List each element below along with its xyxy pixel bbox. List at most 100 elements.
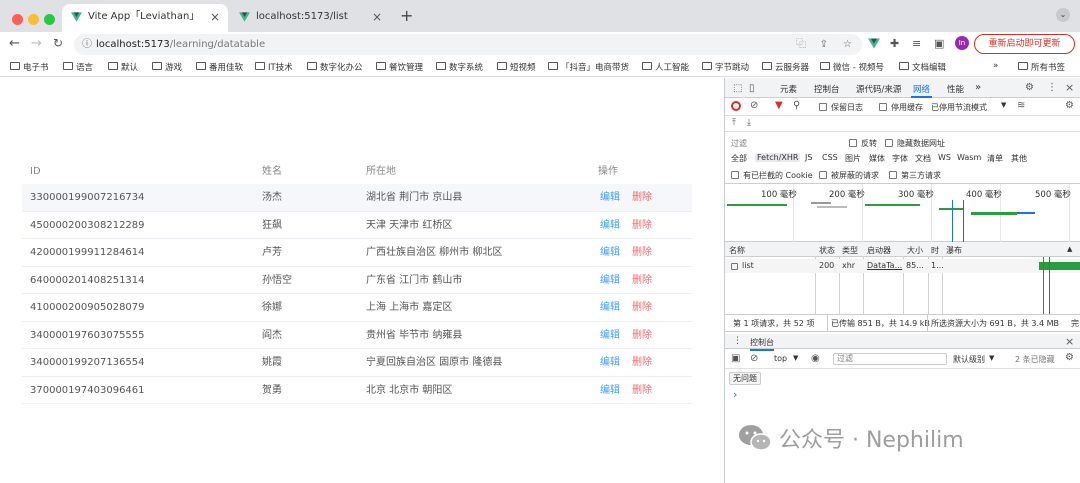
type-css[interactable]: CSS (820, 153, 840, 162)
network-settings-icon[interactable]: ⚙ (1065, 100, 1074, 111)
console-prompt-row[interactable]: › (725, 388, 1080, 402)
bookmark-folder[interactable]: 语言 (63, 61, 93, 73)
delete-button[interactable]: 删除 (632, 294, 652, 321)
type-all[interactable]: 全部 (729, 153, 749, 164)
context-select[interactable]: top (774, 354, 787, 363)
search-icon[interactable]: ⚲ (793, 100, 800, 111)
network-conditions-icon[interactable]: ≋ (1017, 100, 1025, 111)
minimize-window-button[interactable] (28, 14, 39, 25)
context-dropdown-icon[interactable]: ▼ (793, 354, 798, 362)
col-status[interactable]: 状态 (819, 245, 835, 256)
all-bookmarks[interactable]: 所有书签 (1018, 61, 1065, 73)
tab-list[interactable]: localhost:5173/list × (230, 4, 390, 32)
console-sidebar-icon[interactable]: ▣ (731, 353, 740, 364)
site-info-icon[interactable]: ⓘ (82, 34, 92, 55)
edit-button[interactable]: 编辑 (600, 239, 620, 266)
edit-button[interactable]: 编辑 (600, 294, 620, 321)
side-panel-icon[interactable]: ▣ (934, 37, 944, 50)
tab-network[interactable]: 网络 (910, 83, 933, 98)
third-party-checkbox[interactable] (889, 171, 897, 179)
type-doc[interactable]: 文档 (913, 153, 933, 164)
bookmark-folder[interactable]: 数字系统 (436, 61, 483, 73)
request-initiator[interactable]: DataTa... (867, 261, 902, 270)
maximize-window-button[interactable] (44, 14, 55, 25)
bookmark-folder[interactable]: 番用佳软 (196, 61, 243, 73)
request-row[interactable]: list 200 xhr DataTa... 85... 1... (725, 259, 1080, 273)
blocked-requests-checkbox[interactable] (819, 171, 827, 179)
back-icon[interactable]: ← (9, 36, 20, 51)
tab-vite-app[interactable]: Vite App「Leviathan」 × (62, 4, 228, 32)
filter-icon[interactable]: ▼ (775, 100, 783, 111)
type-js[interactable]: JS (803, 153, 814, 162)
record-icon[interactable] (731, 101, 741, 111)
settings-icon[interactable]: ⚙ (1025, 82, 1034, 93)
export-har-icon[interactable]: ⤓ (747, 118, 751, 128)
bookmark-folder[interactable]: 人工智能 (642, 61, 689, 73)
share-icon[interactable]: ⇪ (820, 34, 828, 55)
tab-sources[interactable]: 源代码/来源 (856, 83, 901, 95)
delete-button[interactable]: 删除 (632, 239, 652, 266)
filter-input[interactable]: 过滤 (731, 138, 841, 149)
type-wasm[interactable]: Wasm (955, 153, 983, 162)
bookmark-folder[interactable]: 数字化办公 (307, 61, 363, 73)
bookmark-folder[interactable]: 短视频 (497, 61, 536, 73)
restart-update-button[interactable]: 重新启动即可更新 (974, 34, 1075, 54)
bookmark-folder[interactable]: 默认 (108, 61, 138, 73)
bookmark-folder[interactable]: IT技术 (255, 61, 293, 73)
type-fetch-xhr[interactable]: Fetch/XHR (755, 153, 801, 162)
more-options-icon[interactable]: ⋮ (1047, 82, 1057, 93)
drawer-tab-console[interactable]: 控制台 (750, 337, 774, 351)
col-waterfall[interactable]: 瀑布 (946, 245, 962, 256)
console-clear-icon[interactable]: ⊘ (750, 353, 758, 364)
bookmark-folder[interactable]: 电子书 (10, 61, 49, 73)
preserve-log-checkbox[interactable] (819, 103, 827, 111)
throttle-dropdown-icon[interactable]: ▼ (1001, 101, 1006, 109)
delete-button[interactable]: 删除 (632, 267, 652, 294)
delete-button[interactable]: 删除 (632, 377, 652, 404)
type-manifest[interactable]: 清单 (985, 153, 1005, 164)
type-media[interactable]: 媒体 (867, 153, 887, 164)
bookmark-folder[interactable]: 「抖音」电商带货 (548, 61, 629, 73)
address-bar[interactable]: ⓘ localhost:5173/learning/datatable ⿻ ⇪ … (74, 34, 862, 55)
more-tabs-icon[interactable]: » (975, 82, 981, 93)
issues-button[interactable]: 无问题 (729, 372, 761, 385)
media-icon[interactable]: ≡ (912, 37, 921, 50)
log-level-dropdown-icon[interactable]: ▼ (989, 354, 994, 362)
clear-icon[interactable]: ⊘ (750, 100, 758, 111)
reload-icon[interactable]: ↻ (53, 36, 63, 50)
close-tab-icon[interactable]: × (210, 4, 220, 30)
edit-button[interactable]: 编辑 (600, 267, 620, 294)
col-time[interactable]: 时 (931, 245, 939, 256)
type-font[interactable]: 字体 (890, 153, 910, 164)
col-name[interactable]: 名称 (729, 245, 745, 256)
tab-search-icon[interactable]: ⌄ (1056, 8, 1070, 22)
close-devtools-icon[interactable]: × (1065, 81, 1074, 94)
bookmark-folder[interactable]: 微信 - 视频号 (820, 61, 884, 73)
col-initiator[interactable]: 启动器 (867, 245, 891, 256)
delete-button[interactable]: 删除 (632, 349, 652, 376)
invert-checkbox[interactable] (849, 139, 857, 147)
edit-button[interactable]: 编辑 (600, 349, 620, 376)
col-type[interactable]: 类型 (842, 245, 858, 256)
device-toolbar-icon[interactable]: ▯ (749, 83, 755, 94)
hide-data-urls-checkbox[interactable] (885, 139, 893, 147)
type-img[interactable]: 图片 (843, 153, 863, 164)
close-window-button[interactable] (12, 14, 23, 25)
blocked-cookies-checkbox[interactable] (731, 171, 739, 179)
sort-asc-icon[interactable]: ▲ (1067, 245, 1072, 253)
bookmark-folder[interactable]: 文档编辑 (899, 61, 946, 73)
disable-cache-checkbox[interactable] (879, 103, 887, 111)
edit-button[interactable]: 编辑 (600, 184, 620, 211)
delete-button[interactable]: 删除 (632, 322, 652, 349)
edit-button[interactable]: 编辑 (600, 322, 620, 349)
bookmark-folder[interactable]: 云服务器 (762, 61, 809, 73)
profile-avatar[interactable]: In (955, 36, 969, 50)
col-size[interactable]: 大小 (907, 245, 923, 256)
delete-button[interactable]: 删除 (632, 212, 652, 239)
new-tab-icon[interactable]: + (400, 6, 413, 25)
delete-button[interactable]: 删除 (632, 184, 652, 211)
close-drawer-icon[interactable]: × (1065, 335, 1074, 348)
console-filter-input[interactable]: 过滤 (833, 353, 947, 365)
vue-devtools-icon[interactable] (868, 38, 880, 49)
tab-console[interactable]: 控制台 (814, 83, 840, 95)
